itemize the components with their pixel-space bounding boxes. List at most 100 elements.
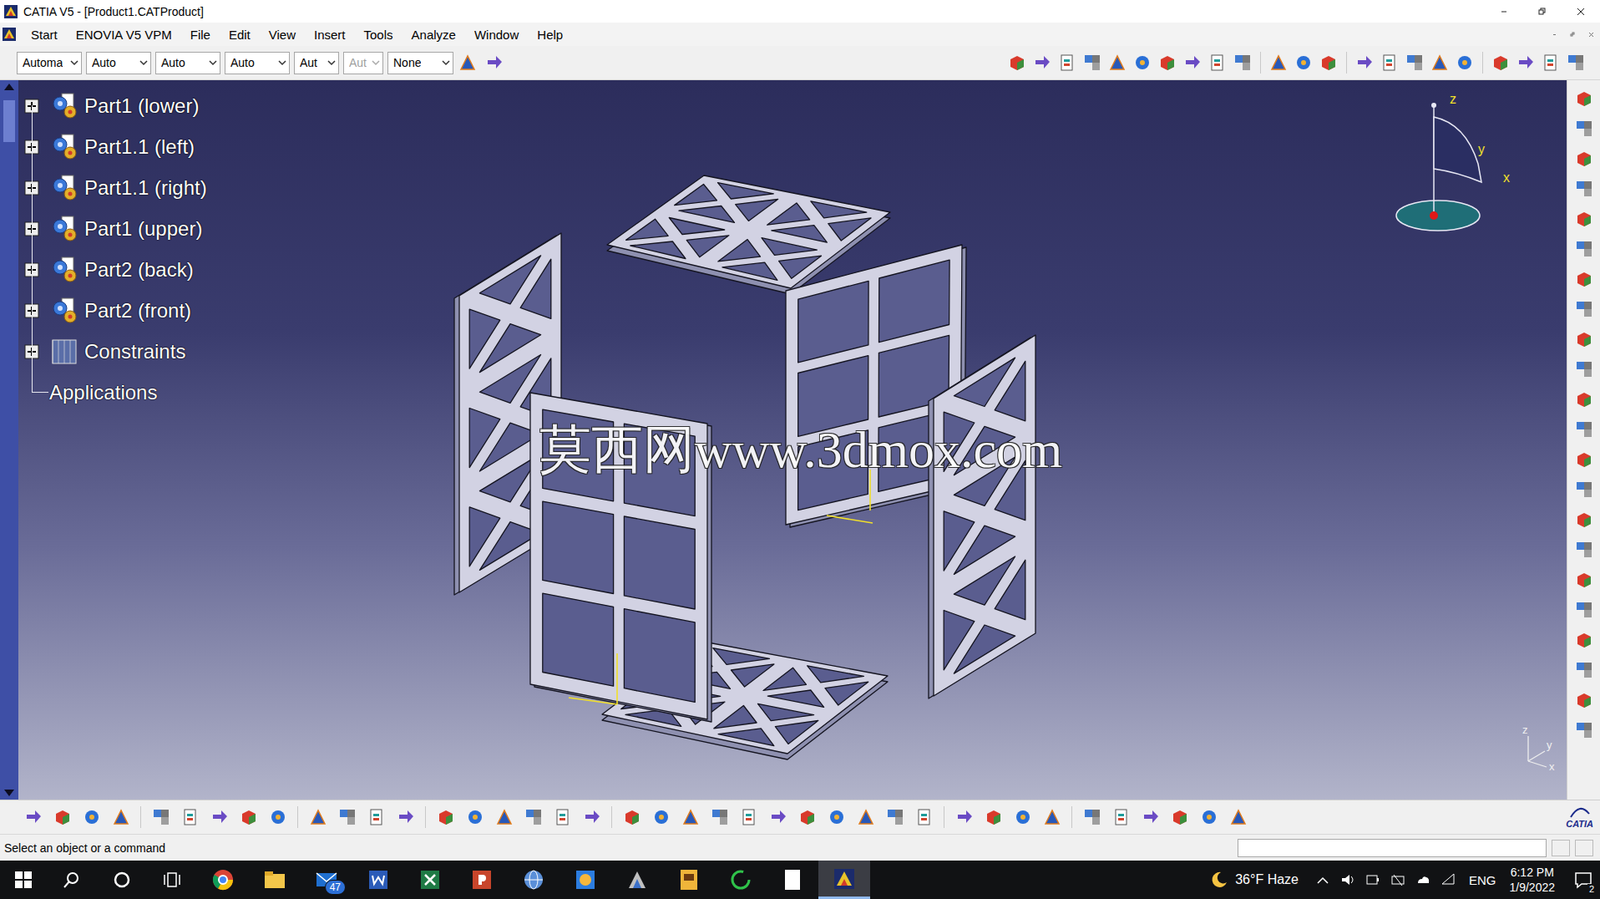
taskbar-app[interactable]: [197, 860, 249, 899]
tool-icon[interactable]: [1574, 208, 1595, 229]
toolbar-button[interactable]: [332, 806, 362, 827]
minimize-icon[interactable]: [1498, 5, 1510, 18]
toolbar-button[interactable]: [792, 806, 822, 827]
tool-icon[interactable]: [81, 806, 102, 827]
taskbar-app[interactable]: [611, 860, 664, 899]
tool-icon[interactable]: [1042, 806, 1063, 827]
menu-item[interactable]: Start: [21, 25, 67, 45]
tool-icon[interactable]: [1318, 52, 1339, 73]
toolbar-button[interactable]: [1574, 115, 1595, 142]
toolbar-button[interactable]: [489, 806, 519, 827]
tool-icon[interactable]: [1574, 298, 1595, 319]
wifi-icon[interactable]: [1439, 870, 1457, 888]
toolbar-button[interactable]: [1574, 566, 1595, 593]
toolbar-button[interactable]: [76, 806, 107, 827]
word-icon[interactable]: [366, 867, 390, 892]
status-button[interactable]: [1574, 839, 1594, 856]
menu-item[interactable]: Insert: [304, 25, 355, 45]
tool-icon[interactable]: [1012, 806, 1033, 827]
scroll-thumb[interactable]: [3, 100, 16, 142]
network-icon[interactable]: [1389, 870, 1407, 888]
toolbar-button[interactable]: [646, 806, 676, 827]
toolbar-button[interactable]: [1129, 52, 1155, 73]
tool-icon[interactable]: [1232, 52, 1253, 73]
tree-scrollbar[interactable]: [0, 80, 19, 800]
toolbar-button[interactable]: [1452, 52, 1478, 73]
toolbar-button[interactable]: [1135, 806, 1165, 827]
notepad-icon[interactable]: [780, 867, 805, 892]
style-dropdown[interactable]: Automa: [16, 51, 82, 75]
explorer-icon[interactable]: [263, 867, 287, 892]
tool-icon[interactable]: [1032, 52, 1053, 73]
tree-item[interactable]: Part1.1 (right): [21, 167, 210, 208]
menu-item[interactable]: Edit: [219, 25, 260, 45]
toolbar-button[interactable]: [1574, 325, 1595, 353]
show-hidden-icon[interactable]: [1314, 870, 1332, 888]
taskbar-app[interactable]: [404, 860, 456, 899]
mdi-button[interactable]: [1563, 30, 1582, 40]
tray-button[interactable]: [1310, 870, 1336, 888]
tool-icon[interactable]: [1293, 52, 1314, 73]
tool-icon[interactable]: [1574, 178, 1595, 199]
language[interactable]: ENG: [1468, 872, 1497, 887]
tool-icon[interactable]: [23, 806, 44, 827]
tool-icon[interactable]: [209, 806, 230, 827]
restore-button[interactable]: [1523, 5, 1562, 18]
toolbar-button[interactable]: [1574, 145, 1595, 173]
tool-icon[interactable]: [1182, 52, 1203, 73]
notification-button[interactable]: 2: [1566, 860, 1600, 899]
toolbar-button[interactable]: [1194, 806, 1224, 827]
tool-icon[interactable]: [1574, 389, 1595, 410]
arrow-down-icon[interactable]: [2, 785, 16, 800]
toolbar-button[interactable]: [1574, 626, 1595, 654]
tool-icon[interactable]: [552, 806, 573, 827]
tray-button[interactable]: [1410, 870, 1436, 888]
toolbar-button[interactable]: [303, 806, 333, 827]
taskbar-app[interactable]: [663, 860, 715, 899]
powerpoint-icon[interactable]: [470, 867, 494, 892]
toolbar-button[interactable]: [1574, 656, 1595, 684]
toolbar-button[interactable]: [233, 806, 264, 827]
clock[interactable]: 6:12 PM1/9/2022: [1509, 864, 1556, 895]
tool-icon[interactable]: [1565, 52, 1586, 73]
restore-icon[interactable]: [1536, 5, 1549, 18]
tool-icon[interactable]: [52, 806, 73, 827]
menu-item[interactable]: ENOVIA V5 VPM: [66, 25, 182, 45]
tool-icon[interactable]: [622, 806, 643, 827]
start-button[interactable]: [0, 860, 47, 899]
toolbar-button[interactable]: [1574, 536, 1595, 563]
toolbar-button[interactable]: [1574, 175, 1595, 203]
tool-icon[interactable]: [1429, 52, 1450, 73]
taskbar-app[interactable]: [248, 860, 301, 899]
minimize-icon[interactable]: [1549, 30, 1560, 40]
toolbar-button[interactable]: [880, 806, 910, 827]
toolbar-button[interactable]: [1164, 806, 1195, 827]
app-icon[interactable]: [625, 867, 649, 892]
tool-icon[interactable]: [1082, 806, 1103, 827]
tool-icon[interactable]: [1574, 509, 1595, 530]
tool-icon[interactable]: [1157, 52, 1178, 73]
battery-icon[interactable]: [1364, 870, 1382, 888]
toolbar-button[interactable]: [1007, 806, 1038, 827]
toolbar-button[interactable]: [675, 806, 705, 827]
toolbar-button[interactable]: [1351, 52, 1378, 73]
toolbar-button[interactable]: [1154, 52, 1180, 73]
cloud-icon[interactable]: [1414, 870, 1432, 888]
toolbar-button[interactable]: [518, 806, 548, 827]
toolbar-button[interactable]: [763, 806, 793, 827]
tool-icon[interactable]: [1057, 52, 1078, 73]
tool-icon[interactable]: [268, 806, 289, 827]
toolbar-button[interactable]: [1574, 235, 1595, 263]
tool-icon[interactable]: [1574, 268, 1595, 289]
tool-icon[interactable]: [1379, 52, 1400, 73]
tool-icon[interactable]: [1490, 52, 1511, 73]
toolbar-button[interactable]: [1230, 52, 1256, 73]
tool-icon[interactable]: [151, 806, 172, 827]
tool-icon[interactable]: [1574, 629, 1595, 650]
compass[interactable]: zyx: [1396, 91, 1510, 231]
toolbar-button[interactable]: [1574, 355, 1595, 383]
tool-icon[interactable]: [582, 806, 603, 827]
style-dropdown[interactable]: Auto: [224, 51, 290, 75]
close-button[interactable]: [1561, 5, 1600, 18]
toolbar-button[interactable]: [734, 806, 764, 827]
